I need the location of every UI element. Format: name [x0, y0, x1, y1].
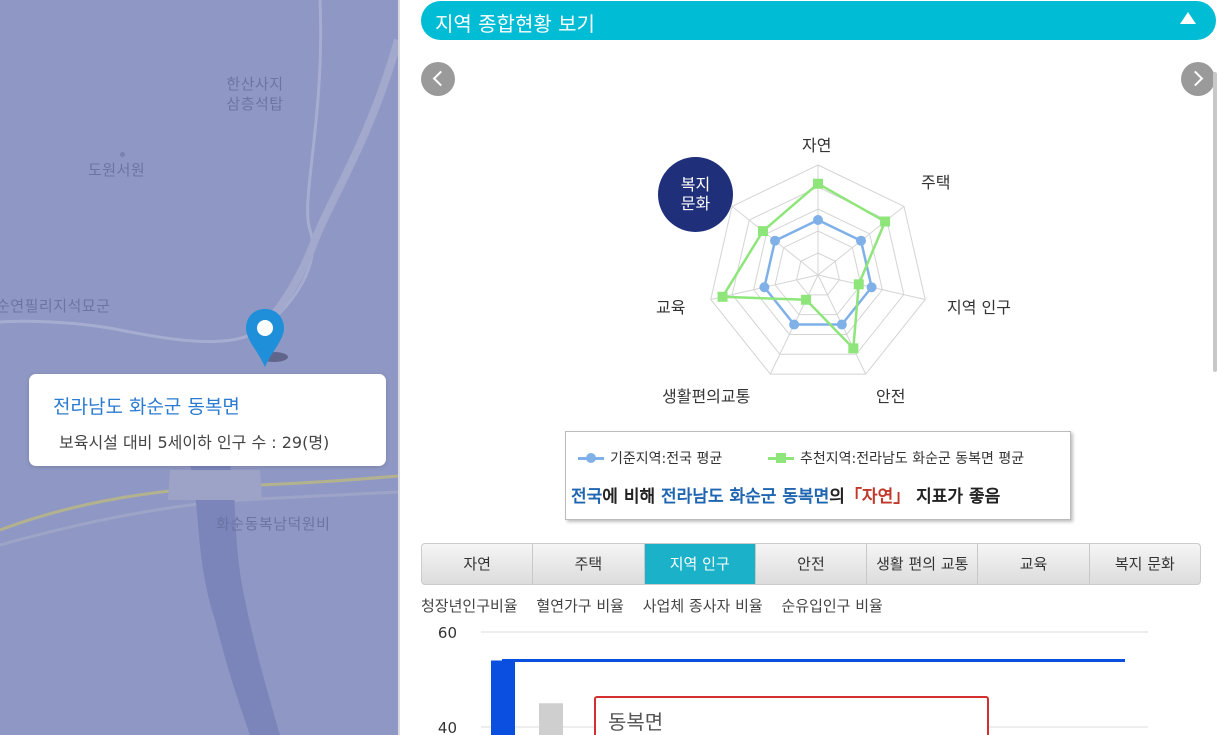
region-overview-header[interactable]: 지역 종합현황 보기 — [421, 1, 1216, 40]
map-dot — [120, 152, 125, 157]
chart-tooltip: 동복면 — [594, 696, 989, 735]
collapse-up-icon[interactable] — [1180, 12, 1196, 24]
radar-axis-label: 교육 — [656, 298, 686, 317]
radar-point — [813, 215, 823, 225]
radar-point — [836, 319, 847, 330]
legend-item-base: 기준지역:전국 평균 — [578, 448, 722, 468]
radar-point — [801, 294, 812, 305]
map-label-hwasun: 화순동복남덕원비 — [216, 515, 331, 533]
scrollbar[interactable] — [1213, 72, 1217, 372]
radar-point — [880, 216, 891, 227]
map-view[interactable]: 한산사지 삼층석탑 도원서원 순연필리지석묘군 화순동복남덕원비 전라남도 화순… — [0, 0, 398, 735]
radar-point — [853, 279, 864, 290]
radar-legend: 기준지역:전국 평균 추천지역:전라남도 화순군 동복면 평균 전국에 비해 전… — [565, 431, 1071, 520]
tab-housing[interactable]: 주택 — [533, 544, 645, 584]
legend-summary: 전국에 비해 전라남도 화순군 동복면의「자연」 지표가 좋음 — [571, 487, 1001, 507]
radar-point — [757, 226, 768, 237]
radar-point — [813, 178, 823, 189]
radar-point — [789, 319, 800, 330]
y-tick-label: 60 — [438, 624, 457, 642]
chevron-right-icon — [1187, 70, 1204, 87]
category-tabs: 자연 주택 지역 인구 안전 생활 편의 교통 교육 복지 문화 — [421, 543, 1201, 585]
radar-point — [866, 282, 877, 293]
prev-button[interactable] — [421, 62, 455, 96]
subtab-item[interactable]: 순유입인구 비율 — [781, 597, 882, 615]
radar-axis-label: 주택 — [921, 173, 951, 192]
tooltip-title: 동복면 — [608, 710, 664, 734]
radar-axis-label: 지역 인구 — [947, 298, 1011, 317]
radar-axis-label: 안전 — [876, 387, 906, 406]
bar — [539, 703, 563, 735]
location-title: 전라남도 화순군 동복면 — [53, 396, 240, 418]
map-label-temple: 한산사지 삼층석탑 — [226, 75, 284, 113]
legend-marker-icon — [768, 452, 794, 463]
y-tick-label: 40 — [438, 719, 457, 735]
radar-axis-label: 생활편의교통 — [662, 387, 751, 406]
radar-point — [759, 282, 770, 293]
tab-transport[interactable]: 생활 편의 교통 — [867, 544, 979, 584]
map-label-dowon: 도원서원 — [88, 161, 146, 179]
sub-tabs: 청장년인구비율 혈연가구 비율 사업체 종사자 비율 순유입인구 비율 — [421, 595, 897, 616]
panel-divider — [398, 0, 400, 735]
tab-population[interactable]: 지역 인구 — [644, 544, 756, 584]
subtab-item[interactable]: 청장년인구비율 — [421, 597, 518, 615]
subtab-item[interactable]: 혈연가구 비율 — [536, 597, 624, 615]
radar-point — [848, 343, 859, 354]
location-info-popup: 전라남도 화순군 동복면 보육시설 대비 5세이하 인구 수 : 29(명) — [29, 374, 386, 466]
legend-marker-icon — [578, 452, 604, 463]
chevron-left-icon — [432, 70, 449, 87]
map-label-pagoda: 순연필리지석묘군 — [0, 297, 111, 315]
legend-item-recommended: 추천지역:전라남도 화순군 동복면 평균 — [768, 448, 1024, 468]
tab-education[interactable]: 교육 — [978, 544, 1090, 584]
header-title: 지역 종합현황 보기 — [435, 12, 595, 36]
radar-axis-label: 자연 — [802, 136, 832, 155]
radar-axis-badge: 복지 문화 — [658, 157, 733, 232]
tab-safety[interactable]: 안전 — [756, 544, 868, 584]
tab-nature[interactable]: 자연 — [422, 544, 534, 584]
tab-welfare[interactable]: 복지 문화 — [1090, 544, 1200, 584]
subtab-item[interactable]: 사업체 종사자 비율 — [643, 597, 763, 615]
radar-point — [856, 235, 867, 246]
next-button[interactable] — [1181, 62, 1215, 96]
location-subtitle: 보육시설 대비 5세이하 인구 수 : 29(명) — [59, 433, 330, 452]
map-roads — [0, 0, 398, 735]
bar — [491, 660, 515, 735]
radar-point — [717, 291, 728, 302]
radar-point — [769, 235, 780, 246]
